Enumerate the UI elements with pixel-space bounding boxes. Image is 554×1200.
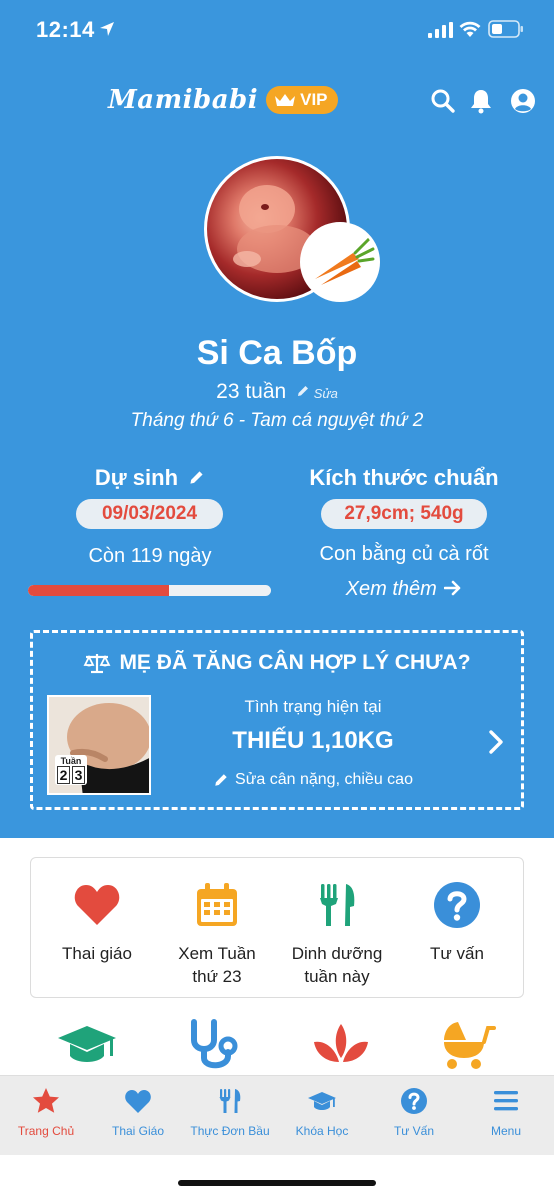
- pencil-icon: [298, 386, 309, 396]
- weight-title-text: MẸ ĐÃ TĂNG CÂN HỢP LÝ CHƯA?: [119, 651, 471, 674]
- crown-icon: [275, 94, 296, 106]
- tab-label: Menu: [490, 1124, 522, 1138]
- graduation-cap-icon: [308, 1092, 336, 1110]
- status-bar: 12:14: [0, 0, 554, 60]
- home-indicator[interactable]: [178, 1180, 376, 1186]
- belly-photo: Tuần 2 3: [47, 695, 151, 795]
- quick-actions-card: Thai giáo Xem Tuần thứ 23 Dinh dưỡng tuầ…: [30, 857, 524, 998]
- bell-icon[interactable]: [468, 88, 494, 114]
- battery-icon: [488, 20, 523, 38]
- baby-name: Si Ca Bốp: [196, 334, 358, 372]
- size-badge: 27,9cm; 540g: [321, 499, 487, 529]
- location-arrow-icon: [100, 22, 114, 36]
- calendar-icon: [197, 883, 237, 926]
- stethoscope-icon[interactable]: [184, 1018, 246, 1070]
- current-status-value: THIẾU 1,10KG: [232, 727, 394, 754]
- edit-weeks-label: Sửa: [313, 386, 338, 401]
- fork-knife-icon: [320, 884, 355, 926]
- see-more-label: Xem thêm: [345, 578, 437, 600]
- quick-label-line: Xem Tuần: [178, 944, 256, 963]
- quick-label-line: tuần này: [304, 967, 370, 986]
- week-tag: Tuần 2 3: [55, 755, 87, 785]
- size-comparison: Con bằng củ cà rốt: [319, 543, 489, 565]
- quick-label: Xem Tuần thứ 23: [157, 942, 277, 988]
- user-account-icon[interactable]: [510, 88, 536, 114]
- tab-label: Khóa Học: [295, 1124, 349, 1138]
- week-tag-label: Tuần: [60, 756, 82, 766]
- vip-badge[interactable]: VIP: [266, 86, 338, 114]
- question-circle-icon: [434, 882, 480, 928]
- question-circle-icon: [401, 1088, 427, 1114]
- week-digit: 3: [72, 766, 85, 784]
- tab-label: Trang Chủ: [17, 1124, 75, 1138]
- heart-icon: [74, 885, 120, 925]
- pencil-icon: [190, 471, 203, 484]
- tab-consult[interactable]: Tư Vấn: [368, 1076, 460, 1156]
- due-title-label: Dự sinh: [94, 465, 179, 490]
- tab-label: Thực Đơn Bầu: [190, 1124, 270, 1138]
- see-more-link[interactable]: Xem thêm: [290, 578, 518, 601]
- chevron-right-icon[interactable]: [487, 729, 505, 755]
- carrot-icon: [315, 237, 375, 285]
- tab-pregnancy-menu[interactable]: Thực Đơn Bầu: [184, 1076, 276, 1156]
- wifi-icon: [459, 21, 481, 37]
- weight-gain-card[interactable]: MẸ ĐÃ TĂNG CÂN HỢP LÝ CHƯA? Tuần 2 3 Tìn…: [30, 630, 524, 810]
- pregnancy-progress-bar: [28, 585, 271, 596]
- quick-label-line: Dinh dưỡng: [291, 944, 383, 963]
- search-icon[interactable]: [430, 88, 456, 114]
- days-remaining: Còn 119 ngày: [88, 545, 212, 567]
- vip-label: VIP: [300, 90, 328, 109]
- carrot-thumbnail: [300, 222, 380, 302]
- quick-label: Dinh dưỡng tuần này: [277, 942, 397, 988]
- quick-label: Tư vấn: [397, 942, 517, 965]
- hero-section: 12:14 Mamibabi VIP Si Ca Bốp 23 tuần Sửa…: [0, 0, 554, 838]
- progress-fill: [28, 585, 169, 596]
- size-title: Kích thước chuẩn: [309, 465, 499, 490]
- app-logo: Mamibabi VIP: [108, 82, 338, 118]
- quick-label: Thai giáo: [37, 942, 157, 965]
- weight-title: MẸ ĐÃ TĂNG CÂN HỢP LÝ CHƯA?: [33, 651, 521, 675]
- status-time: 12:14: [36, 17, 95, 42]
- scale-icon: [83, 654, 111, 674]
- tab-label: Thai Giáo: [111, 1124, 165, 1138]
- quick-item-nutrition[interactable]: Dinh dưỡng tuần này: [277, 858, 397, 999]
- quick-label-line: thứ 23: [192, 967, 242, 986]
- brand-name: Mamibabi: [108, 85, 259, 115]
- arrow-right-icon: [444, 580, 461, 596]
- lotus-icon[interactable]: [310, 1018, 372, 1070]
- star-icon: [33, 1088, 59, 1113]
- tab-prenatal-education[interactable]: Thai Giáo: [92, 1076, 184, 1156]
- weeks-line: 23 tuần Sửa: [0, 380, 554, 404]
- tab-label: Tư Vấn: [393, 1124, 435, 1138]
- heart-icon: [125, 1090, 151, 1113]
- hamburger-menu-icon: [494, 1091, 518, 1111]
- tab-menu[interactable]: Menu: [460, 1076, 552, 1156]
- home-indicator-area: [0, 1155, 554, 1200]
- edit-weeks-link[interactable]: Sửa: [296, 386, 338, 401]
- week-digits: 2 3: [57, 766, 85, 784]
- quick-item-week-view[interactable]: Xem Tuần thứ 23: [157, 858, 277, 999]
- due-date-title[interactable]: Dự sinh: [30, 465, 270, 491]
- baby-stroller-icon[interactable]: [436, 1018, 498, 1070]
- quick-label-line: Thai giáo: [62, 944, 132, 963]
- weeks-value: 23 tuần: [216, 380, 287, 403]
- quick-label-line: Tư vấn: [430, 944, 484, 963]
- signal-icon: [428, 22, 453, 38]
- edit-weight-label: Sửa cân nặng, chiều cao: [235, 771, 413, 788]
- current-status-label: Tình trạng hiện tại: [244, 697, 382, 716]
- trimester-text: Tháng thứ 6 - Tam cá nguyệt thứ 2: [130, 410, 424, 431]
- due-date-badge: 09/03/2024: [76, 499, 223, 529]
- week-digit: 2: [57, 766, 70, 784]
- tab-home[interactable]: Trang Chủ: [0, 1076, 92, 1156]
- graduation-cap-icon[interactable]: [56, 1018, 118, 1070]
- quick-item-consult[interactable]: Tư vấn: [397, 858, 517, 999]
- fork-knife-icon: [219, 1089, 241, 1113]
- edit-weight-link[interactable]: Sửa cân nặng, chiều cao: [163, 771, 463, 789]
- bottom-tab-bar: Trang Chủ Thai Giáo Thực Đơn Bầu Khóa Họ…: [0, 1075, 554, 1155]
- quick-item-prenatal-education[interactable]: Thai giáo: [37, 858, 157, 999]
- tab-courses[interactable]: Khóa Học: [276, 1076, 368, 1156]
- pencil-icon: [215, 774, 227, 786]
